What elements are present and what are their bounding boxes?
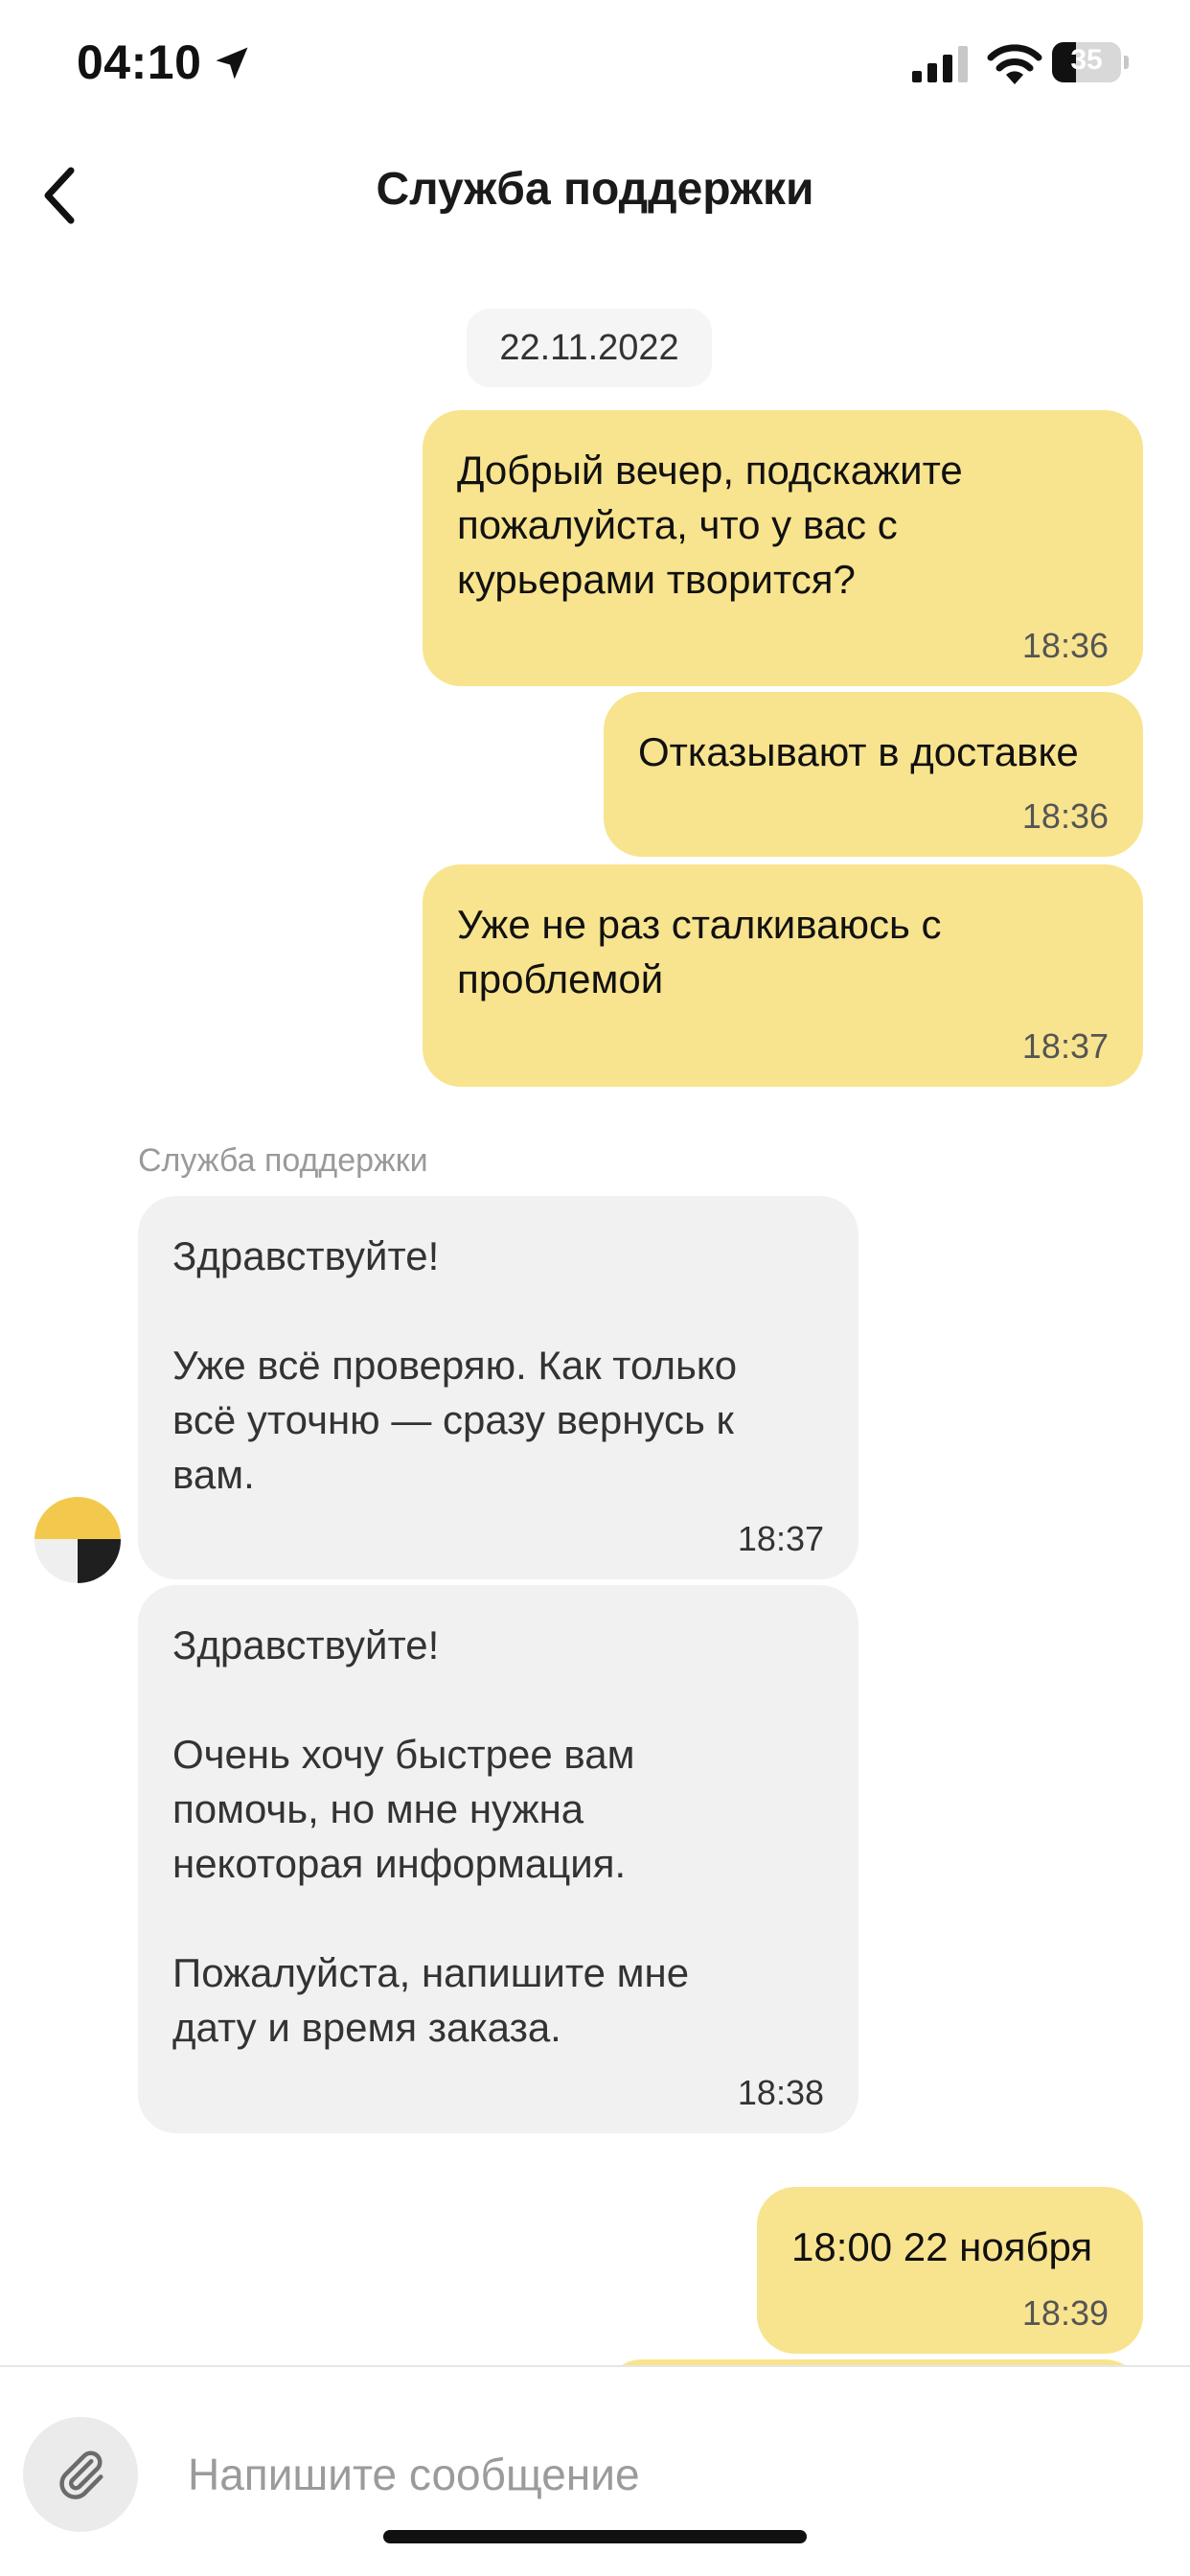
message-text: 18:00 22 ноября — [791, 2224, 1093, 2269]
location-arrow-icon — [216, 47, 248, 80]
paperclip-icon — [59, 2450, 103, 2499]
battery-indicator: 35 — [1052, 42, 1129, 82]
incoming-message[interactable]: Здравствуйте! Уже всё проверяю. Как толь… — [138, 1196, 858, 1579]
chat-header: Служба поддержки — [0, 134, 1190, 249]
message-input[interactable] — [188, 2426, 1050, 2522]
battery-level: 35 — [1070, 44, 1103, 76]
outgoing-message[interactable]: Добрый вечер, подскажите пожалуйста, что… — [423, 410, 1143, 686]
outgoing-message[interactable]: Отказывают в доставке 18:36 — [604, 692, 1143, 857]
message-time: 18:37 — [1021, 1026, 1109, 1066]
message-time: 18:36 — [1021, 626, 1109, 665]
signal-icon — [912, 46, 968, 82]
message-text: Здравствуйте! Уже всё проверяю. Как толь… — [172, 1233, 738, 1497]
attach-button[interactable] — [23, 2417, 138, 2532]
outgoing-message[interactable]: 18:00 22 ноября 18:39 — [757, 2187, 1143, 2354]
page-title: Служба поддержки — [376, 164, 814, 215]
status-bar: 04:10 35 — [0, 0, 1190, 134]
home-indicator[interactable] — [383, 2530, 807, 2543]
message-text: Отказывают в доставке — [638, 729, 1079, 774]
message-time: 18:38 — [737, 2073, 824, 2112]
incoming-message[interactable]: Здравствуйте! Очень хочу быстрее вам пом… — [138, 1585, 858, 2133]
outgoing-message[interactable]: Уже не раз сталкиваюсь с проблемой 18:37 — [423, 864, 1143, 1087]
message-composer — [0, 2365, 1190, 2576]
status-time: 04:10 — [77, 35, 202, 89]
date-separator: 22.11.2022 — [467, 309, 712, 387]
sender-name: Служба поддержки — [138, 1142, 428, 1179]
wifi-icon — [987, 44, 1042, 84]
support-avatar — [34, 1497, 121, 1583]
message-time: 18:37 — [737, 1519, 824, 1558]
message-text: Уже не раз сталкиваюсь с проблемой — [457, 902, 942, 1001]
message-text: Добрый вечер, подскажите пожалуйста, что… — [457, 448, 963, 602]
message-text: Здравствуйте! Очень хочу быстрее вам пом… — [172, 1622, 690, 2050]
message-time: 18:39 — [1021, 2293, 1109, 2333]
chat-messages[interactable]: 22.11.2022 Добрый вечер, подскажите пожа… — [0, 249, 1190, 2365]
message-time: 18:36 — [1021, 796, 1109, 836]
